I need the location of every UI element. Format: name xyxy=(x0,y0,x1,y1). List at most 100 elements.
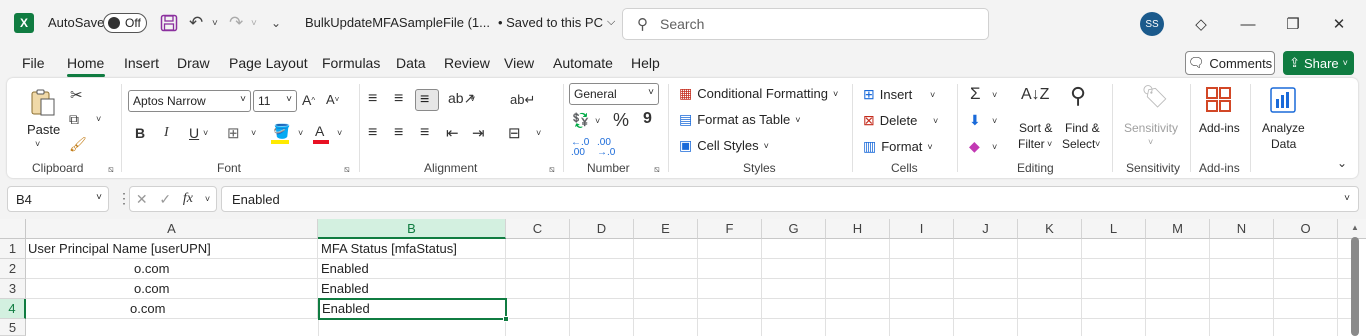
sensitivity-label[interactable]: Sensitivity xyxy=(1124,121,1178,135)
column-header-m[interactable]: M xyxy=(1146,219,1210,239)
tab-automate[interactable]: Automate xyxy=(553,55,613,71)
merge-center-icon[interactable]: ⊟ xyxy=(508,124,521,142)
tab-help[interactable]: Help xyxy=(631,55,660,71)
worksheet-grid[interactable]: A B C D E F G H I J K L M N O 1 2 3 4 5 … xyxy=(0,219,1366,336)
sort-filter-label-2[interactable]: Filter xyxy=(1018,137,1045,151)
sort-filter-icon[interactable]: A↓Z xyxy=(1021,86,1049,104)
font-color-dropdown-icon[interactable]: ˅ xyxy=(337,128,342,138)
restore-icon[interactable]: ❐ xyxy=(1281,12,1305,36)
grow-font-icon[interactable]: A ^ xyxy=(302,92,315,108)
sort-filter-label-1[interactable]: Sort & xyxy=(1019,121,1052,135)
function-dropdown-icon[interactable]: ˅ xyxy=(205,194,210,204)
cell-b3[interactable]: Enabled xyxy=(318,279,506,299)
cell-styles-button[interactable]: ▣ Cell Styles ˅ xyxy=(679,137,769,154)
fill-handle[interactable] xyxy=(503,316,509,322)
column-header-o[interactable]: O xyxy=(1274,219,1338,239)
scroll-up-icon[interactable]: ▲ xyxy=(1351,223,1359,232)
share-button[interactable]: ⇪ Share ˅ xyxy=(1283,51,1354,75)
bottom-align-button[interactable]: ≡ xyxy=(415,89,439,111)
tab-insert[interactable]: Insert xyxy=(124,55,159,71)
analyze-data-icon[interactable] xyxy=(1269,86,1297,114)
minimize-icon[interactable]: — xyxy=(1236,12,1260,36)
column-header-j[interactable]: J xyxy=(954,219,1018,239)
tab-review[interactable]: Review xyxy=(444,55,490,71)
delete-dropdown-icon[interactable]: ˅ xyxy=(933,116,938,126)
analyze-data-label-2[interactable]: Data xyxy=(1271,137,1296,151)
paste-label[interactable]: Paste xyxy=(27,122,60,137)
find-select-label-2[interactable]: Select xyxy=(1062,137,1095,151)
accounting-format-icon[interactable]: 💱 xyxy=(572,112,589,129)
clear-icon[interactable]: ◆ xyxy=(969,138,980,155)
redo-dropdown-icon[interactable]: ˅ xyxy=(251,12,257,34)
increase-indent-icon[interactable]: ⇥ xyxy=(472,124,485,142)
row-header-5[interactable]: 5 xyxy=(0,319,26,336)
alignment-launcher-icon[interactable]: ⧅ xyxy=(549,164,555,175)
copy-icon[interactable]: ⧉ xyxy=(69,111,79,128)
undo-dropdown-icon[interactable]: ˅ xyxy=(212,12,218,34)
row-header-1[interactable]: 1 xyxy=(0,239,26,259)
tab-view[interactable]: View xyxy=(504,55,534,71)
column-header-a[interactable]: A xyxy=(26,219,318,239)
tab-formulas[interactable]: Formulas xyxy=(322,55,380,71)
conditional-formatting-button[interactable]: ▦ Conditional Formatting ˅ xyxy=(679,85,838,102)
document-title[interactable]: BulkUpdateMFASampleFile (1... • Saved to… xyxy=(305,15,615,30)
close-icon[interactable]: ✕ xyxy=(1327,12,1351,36)
sensitivity-dropdown-icon[interactable]: ˅ xyxy=(1148,137,1153,147)
font-color-button[interactable]: A xyxy=(315,123,324,139)
tab-page-layout[interactable]: Page Layout xyxy=(229,55,308,71)
tab-home[interactable]: Home xyxy=(67,55,104,71)
column-header-l[interactable]: L xyxy=(1082,219,1146,239)
cell-a3[interactable]: o.com xyxy=(26,279,318,299)
save-icon[interactable] xyxy=(160,12,178,34)
add-ins-label[interactable]: Add-ins xyxy=(1199,121,1240,135)
shrink-font-icon[interactable]: A ˅ xyxy=(326,92,339,107)
tab-draw[interactable]: Draw xyxy=(177,55,210,71)
borders-icon[interactable]: ⊞ xyxy=(227,124,240,142)
column-header-d[interactable]: D xyxy=(570,219,634,239)
comments-button[interactable]: 🗨 Comments xyxy=(1185,51,1275,75)
merge-dropdown-icon[interactable]: ˅ xyxy=(536,128,541,138)
insert-cells-button[interactable]: ⊞ Insert xyxy=(863,86,912,103)
cell-a1[interactable]: User Principal Name [userUPN] xyxy=(26,239,318,259)
tab-file[interactable]: File xyxy=(22,55,45,71)
align-right-icon[interactable]: ≡ xyxy=(420,124,429,142)
fill-icon[interactable]: ⬇ xyxy=(969,112,981,129)
cell-b1[interactable]: MFA Status [mfaStatus] xyxy=(318,239,506,259)
row-header-4[interactable]: 4 xyxy=(0,299,26,319)
sort-filter-dropdown-icon[interactable]: ˅ xyxy=(1047,139,1052,149)
row-header-2[interactable]: 2 xyxy=(0,259,26,279)
redo-icon[interactable]: ↷ xyxy=(229,12,243,34)
increase-decimal-icon[interactable]: ←.0.00 xyxy=(571,138,589,158)
percent-button[interactable]: % xyxy=(613,110,629,131)
find-select-label-1[interactable]: Find & xyxy=(1065,121,1100,135)
formula-input[interactable]: Enabled ˅ xyxy=(221,186,1359,212)
align-center-icon[interactable]: ≡ xyxy=(394,124,403,142)
cell-a4[interactable]: o.com xyxy=(26,299,318,319)
cell-a2[interactable]: o.com xyxy=(26,259,318,279)
top-align-icon[interactable]: ≡ xyxy=(368,90,377,108)
orientation-dropdown-icon[interactable]: ˅ xyxy=(470,94,475,104)
column-header-i[interactable]: I xyxy=(890,219,954,239)
delete-cells-button[interactable]: ⊠ Delete xyxy=(863,112,917,129)
fill-color-icon[interactable]: 🪣 xyxy=(273,123,290,140)
borders-dropdown-icon[interactable]: ˅ xyxy=(251,128,256,138)
name-box[interactable]: B4 ˅ xyxy=(7,186,109,212)
accounting-dropdown-icon[interactable]: ˅ xyxy=(595,116,600,126)
underline-button[interactable]: U xyxy=(189,125,199,141)
underline-dropdown-icon[interactable]: ˅ xyxy=(203,128,208,138)
row-5-cells[interactable] xyxy=(26,319,506,336)
search-box[interactable]: ⚲ Search xyxy=(622,8,989,40)
copy-dropdown-icon[interactable]: ˅ xyxy=(96,114,101,124)
insert-function-button[interactable]: fx xyxy=(183,191,193,207)
number-format-select[interactable]: General ˅ xyxy=(569,83,659,105)
add-ins-icon[interactable] xyxy=(1205,86,1233,114)
row-header-3[interactable]: 3 xyxy=(0,279,26,299)
column-header-c[interactable]: C xyxy=(506,219,570,239)
find-select-icon[interactable]: ⚲ xyxy=(1070,83,1086,109)
font-size-select[interactable]: 11 ˅ xyxy=(253,90,297,112)
column-header-b[interactable]: B xyxy=(318,219,506,239)
fill-dropdown-icon[interactable]: ˅ xyxy=(992,116,997,126)
autosum-button[interactable]: Σ xyxy=(970,84,981,104)
analyze-data-label-1[interactable]: Analyze xyxy=(1262,121,1305,135)
select-all-corner[interactable] xyxy=(0,219,26,239)
